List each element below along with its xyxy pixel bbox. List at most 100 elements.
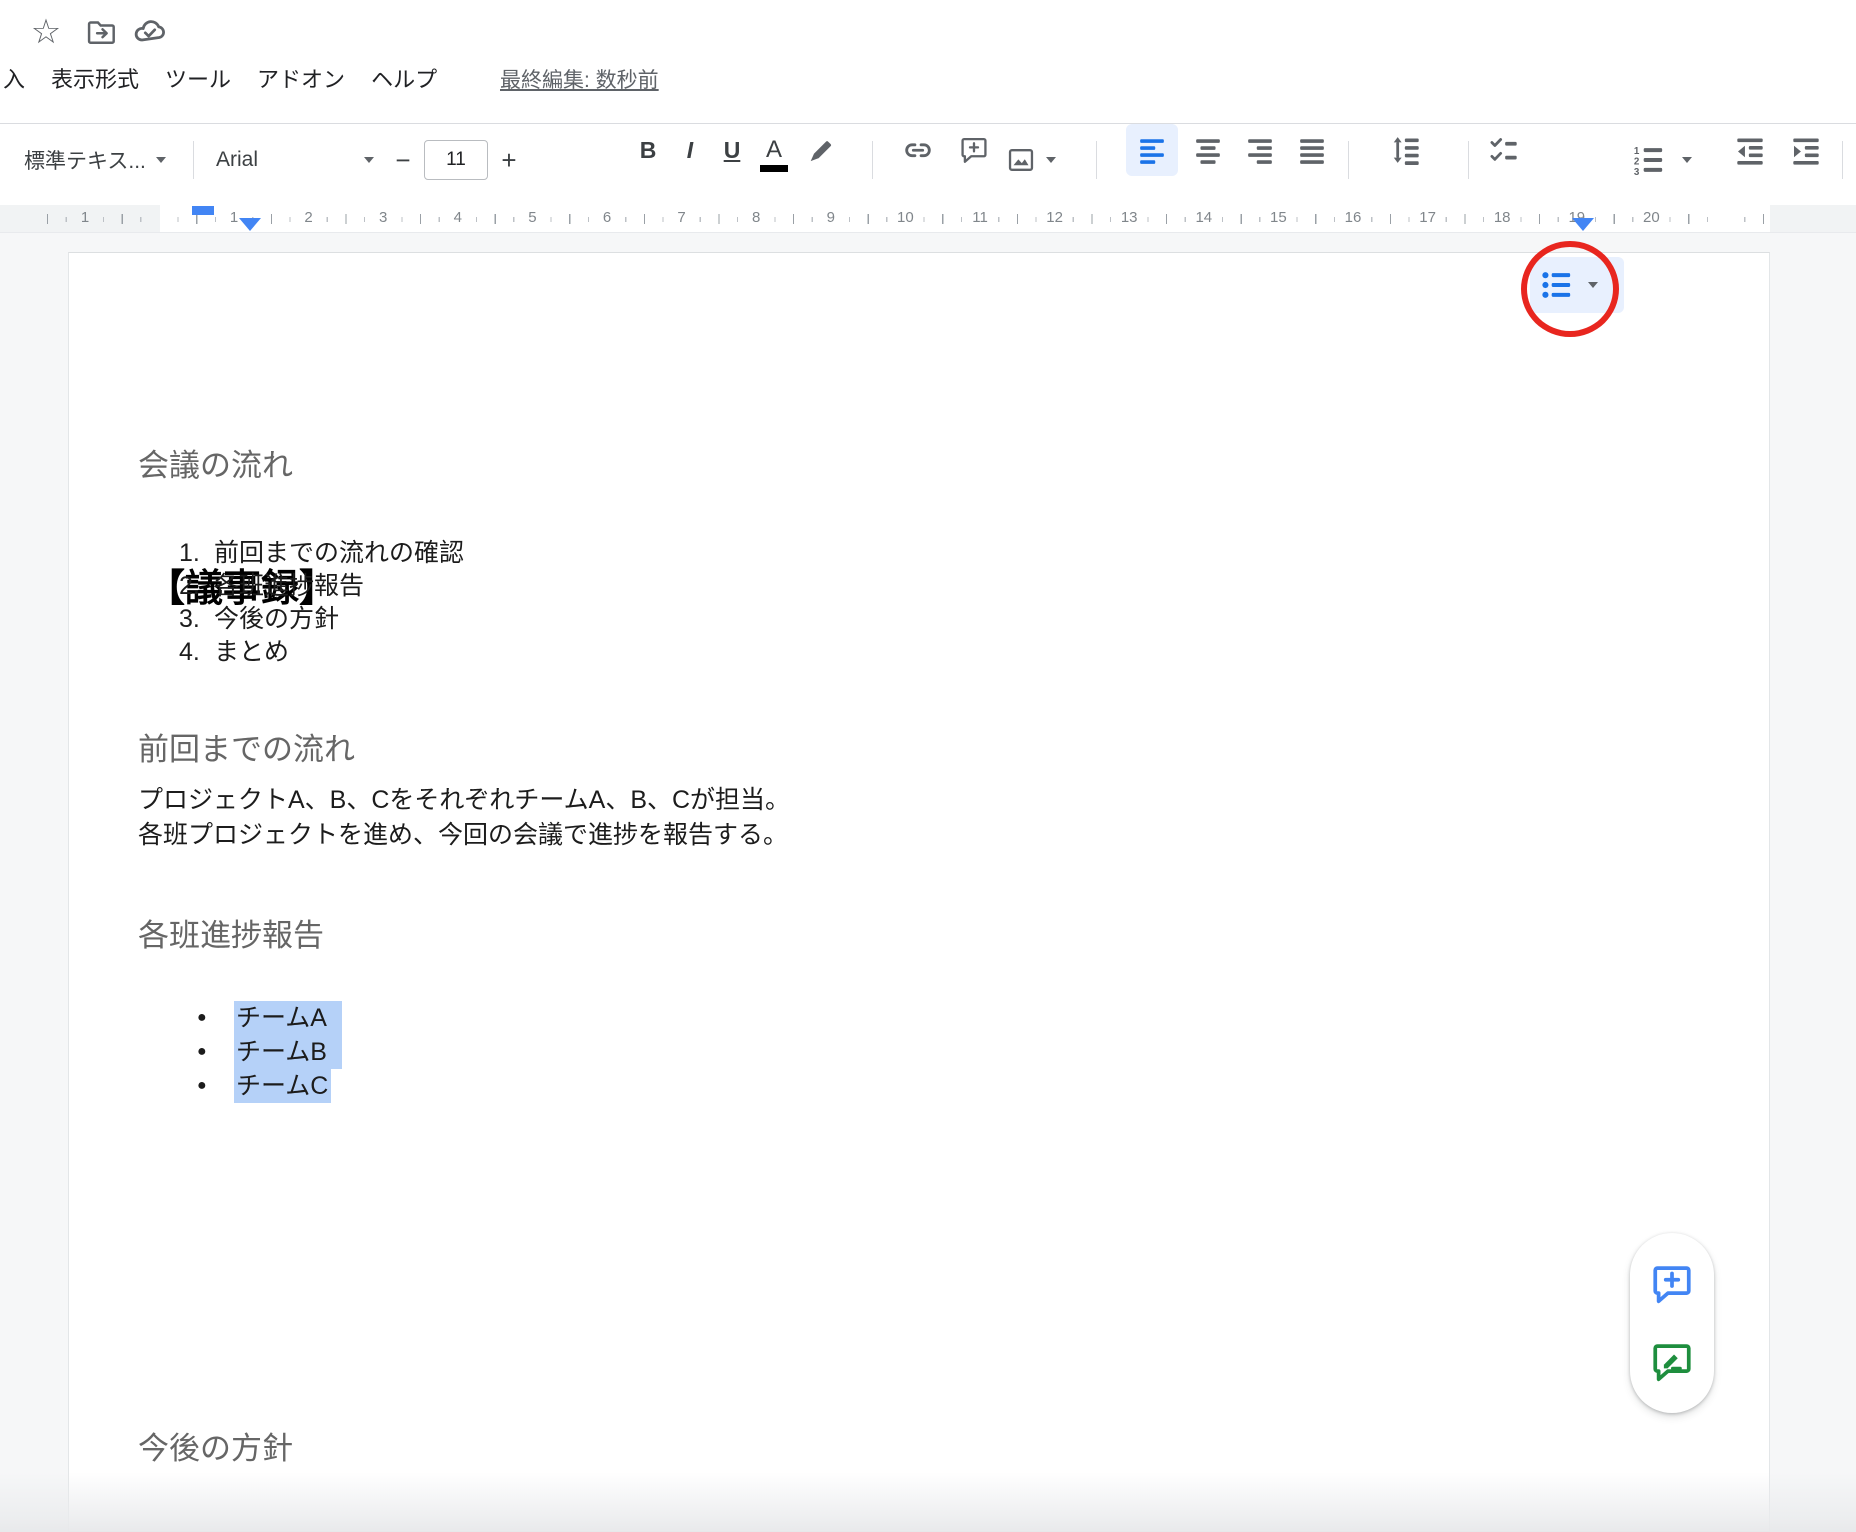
horizontal-ruler[interactable]: 1 1234567891011121314151617181920 (0, 205, 1856, 233)
numbered-list-item: 4. まとめ (179, 636, 464, 669)
decrease-indent-button[interactable] (1728, 124, 1772, 176)
cloud-saved-icon[interactable] (130, 12, 170, 52)
heading-future-policy: 今後の方針 (138, 1429, 293, 1469)
chevron-down-icon (364, 157, 374, 163)
bulleted-list-button[interactable] (1530, 257, 1624, 313)
chevron-down-icon (1682, 157, 1692, 163)
bulleted-list-item: ● チームA (197, 1001, 342, 1035)
right-indent-marker[interactable] (1572, 218, 1594, 231)
bulleted-list-item: ● チームB (197, 1035, 342, 1069)
list-number: 4. (179, 636, 214, 669)
svg-text:3: 3 (1634, 167, 1640, 176)
separator (1842, 141, 1843, 179)
agenda-numbered-list: 1. 前回までの流れの確認 2. 各班進捗報告 3. 今後の方針 4. まとめ (179, 537, 464, 669)
numbered-list-item: 2. 各班進捗報告 (179, 570, 464, 603)
svg-text:1: 1 (1634, 146, 1640, 157)
current-text-color-swatch (760, 165, 788, 172)
increase-indent-icon (1791, 135, 1821, 165)
align-center-button[interactable] (1186, 124, 1230, 176)
ruler-number: 11 (969, 209, 991, 226)
suggest-edits-floating-button[interactable] (1646, 1336, 1698, 1388)
add-comment-floating-button[interactable] (1646, 1258, 1698, 1310)
move-to-folder-icon[interactable] (82, 12, 122, 52)
numbered-list-item: 1. 前回までの流れの確認 (179, 537, 464, 570)
highlighter-icon (807, 135, 837, 165)
increase-font-size-button[interactable]: + (494, 145, 524, 176)
insert-link-button[interactable] (896, 124, 940, 176)
italic-button[interactable]: I (668, 124, 712, 176)
separator (1468, 141, 1469, 179)
bold-button[interactable]: B (626, 124, 670, 176)
ruler-number: 10 (894, 209, 917, 226)
bullet-glyph: ● (197, 1035, 234, 1069)
heading-progress-report: 各班進捗報告 (138, 916, 324, 956)
decrease-font-size-button[interactable]: − (388, 145, 418, 176)
last-edit-link[interactable]: 最終編集: 数秒前 (500, 64, 659, 94)
align-right-button[interactable] (1238, 124, 1282, 176)
style-dropdown[interactable]: 標準テキス... (24, 124, 166, 196)
ruler-number: 3 (376, 209, 390, 226)
chevron-down-icon (1588, 282, 1598, 288)
align-right-icon (1246, 136, 1274, 164)
list-item-text: 今後の方針 (214, 603, 339, 636)
list-number: 3. (179, 603, 214, 636)
left-indent-marker[interactable] (239, 218, 261, 231)
font-size-input[interactable]: 11 (424, 140, 488, 180)
bulleted-list-icon (1540, 269, 1572, 301)
add-comment-button[interactable] (952, 124, 996, 176)
comment-add-icon (1650, 1262, 1694, 1306)
line-spacing-icon (1391, 135, 1421, 165)
underline-button[interactable]: U (710, 124, 754, 176)
separator (1096, 141, 1097, 179)
ruler-number: 9 (824, 209, 838, 226)
teams-bulleted-list: ● チームA ● チームB ● チームC (197, 1001, 342, 1103)
menu-item[interactable]: 入 (3, 62, 25, 94)
list-number: 2. (179, 570, 214, 603)
selected-text: チームA (234, 1001, 342, 1035)
bullet-glyph: ● (197, 1069, 234, 1103)
toolbar: 標準テキス... Arial − 11 + B I U A (0, 124, 1856, 204)
previous-flow-paragraph: プロジェクトA、B、CをそれぞれチームA、B、Cが担当。各班プロジェクトを進め、… (138, 783, 790, 853)
text-color-button[interactable]: A (752, 124, 796, 176)
numbered-list-button[interactable]: 1 2 3 (1632, 124, 1692, 196)
menubar: 入表示形式ツールアドオンヘルプ (3, 62, 463, 94)
increase-indent-button[interactable] (1784, 124, 1828, 176)
decrease-indent-icon (1735, 135, 1765, 165)
justify-icon (1298, 136, 1326, 164)
separator (1348, 141, 1349, 179)
first-line-indent-marker[interactable] (192, 206, 214, 215)
ruler-number: 20 (1640, 209, 1663, 226)
align-left-icon (1138, 136, 1166, 164)
checklist-icon (1489, 135, 1519, 165)
heading-agenda: 会議の流れ (138, 446, 293, 486)
line-spacing-button[interactable] (1384, 124, 1428, 176)
chevron-down-icon (156, 157, 166, 163)
bulleted-list-item: ● チームC (197, 1069, 342, 1103)
align-left-button[interactable] (1126, 124, 1178, 176)
selected-text: チームC (234, 1069, 331, 1103)
star-icon[interactable]: ☆ (26, 12, 66, 52)
margin-action-pill (1630, 1233, 1714, 1413)
menu-item[interactable]: 表示形式 (51, 62, 139, 94)
list-item-text: 各班進捗報告 (214, 570, 364, 603)
insert-image-button[interactable] (1006, 124, 1056, 196)
ruler-number: 14 (1192, 209, 1215, 226)
ruler-number: 4 (451, 209, 465, 226)
ruler-number: 12 (1043, 209, 1066, 226)
list-item-text: 前回までの流れの確認 (214, 537, 464, 570)
chevron-down-icon (1046, 157, 1056, 163)
ruler-number: 5 (525, 209, 539, 226)
document-page[interactable]: 【議事録】 会議の流れ 1. 前回までの流れの確認 2. 各班進捗報告 3. 今… (68, 252, 1770, 1532)
menu-item[interactable]: ヘルプ (371, 62, 437, 94)
justify-button[interactable] (1290, 124, 1334, 176)
ruler-number: 16 (1342, 209, 1365, 226)
checklist-button[interactable] (1482, 124, 1526, 176)
link-icon (902, 134, 934, 166)
highlight-color-button[interactable] (800, 124, 844, 176)
menu-item[interactable]: ツール (165, 62, 231, 94)
ruler-number: 15 (1267, 209, 1290, 226)
ruler-number: 6 (600, 209, 614, 226)
font-dropdown[interactable]: Arial (216, 124, 374, 196)
selected-text: チームB (234, 1035, 342, 1069)
menu-item[interactable]: アドオン (257, 62, 345, 94)
